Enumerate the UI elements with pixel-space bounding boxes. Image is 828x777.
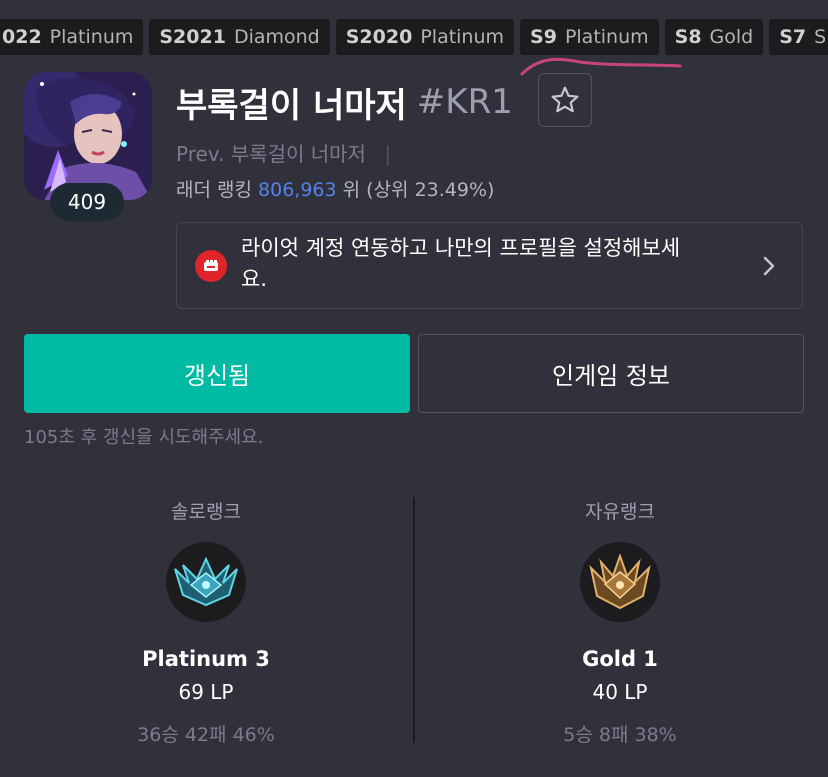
solo-tier: Platinum 3 [142,647,270,671]
flex-record: 5승 8패 38% [563,724,677,746]
season-history-bar: 022 Platinum S2021 Diamond S2020 Platinu… [0,19,828,55]
riot-account-link-banner[interactable]: 라이엇 계정 연동하고 나만의 프로필을 설정해보세요. [176,222,803,309]
prev-label: Prev. [176,142,225,166]
season-code: S2020 [345,26,413,48]
ingame-info-button[interactable]: 인게임 정보 [418,334,804,413]
season-tag[interactable]: S2020 Platinum [335,19,515,55]
star-icon [551,86,579,113]
previous-name: Prev. 부록걸이 너마저 | [176,138,391,167]
season-tag[interactable]: 022 Platinum [0,19,144,55]
chevron-right-icon [763,256,775,276]
summoner-level-badge: 409 [50,183,124,221]
flex-rank-panel: 자유랭크 Gold 1 40 LP 5승 8패 38% [430,497,810,747]
prev-separator: | [384,142,392,166]
ladder-rank-link[interactable]: 806,963 [258,179,337,201]
update-button[interactable]: 갱신됨 [24,334,410,413]
ladder-label: 래더 랭킹 [176,179,252,201]
summoner-name-row: 부록걸이 너마저 #KR1 [176,78,513,126]
season-tag[interactable]: S7 Silv [769,19,828,55]
gold-emblem-icon [580,542,660,622]
season-tag[interactable]: S2021 Diamond [149,19,330,55]
season-code: S2021 [159,26,226,48]
solo-rank-panel: 솔로랭크 Platinum 3 69 LP 36승 42패 46% [16,497,396,747]
season-tier: Platinum [420,26,505,48]
season-tier: Diamond [233,26,320,48]
season-tier: Platinum [49,26,134,48]
season-code: S9 [530,26,557,48]
season-tier: Platinum [564,26,649,48]
season-code: S7 [779,26,807,48]
profile-icon [24,72,152,200]
season-code: S8 [674,26,702,48]
ladder-suffix: 위 (상위 23.49%) [342,179,495,201]
summoner-name: 부록걸이 너마저 [176,85,407,126]
champion-portrait [24,72,152,200]
season-tag[interactable]: S8 Gold [664,19,764,55]
flex-queue-label: 자유랭크 [585,501,655,523]
rank-divider [413,497,415,743]
solo-lp: 69 LP [178,680,234,704]
riot-banner-text: 라이엇 계정 연동하고 나만의 프로필을 설정해보세요. [241,236,681,291]
season-tier: Silv [814,26,828,48]
riot-fist-icon [195,250,227,282]
flex-lp: 40 LP [592,680,648,704]
solo-queue-label: 솔로랭크 [171,501,241,523]
prev-summoner-name: 부록걸이 너마저 [230,142,366,166]
platinum-emblem-icon [166,542,246,622]
season-tag[interactable]: S9 Platinum [520,19,659,55]
summoner-tag: #KR1 [416,82,513,122]
favorite-button[interactable] [538,73,592,127]
update-retry-note: 105초 후 갱신을 시도해주세요. [24,427,264,448]
flex-tier: Gold 1 [582,647,658,671]
season-tier: Gold [709,26,754,48]
ladder-ranking: 래더 랭킹 806,963 위 (상위 23.49%) [176,175,494,202]
season-code: 022 [2,26,42,48]
solo-record: 36승 42패 46% [137,724,275,746]
